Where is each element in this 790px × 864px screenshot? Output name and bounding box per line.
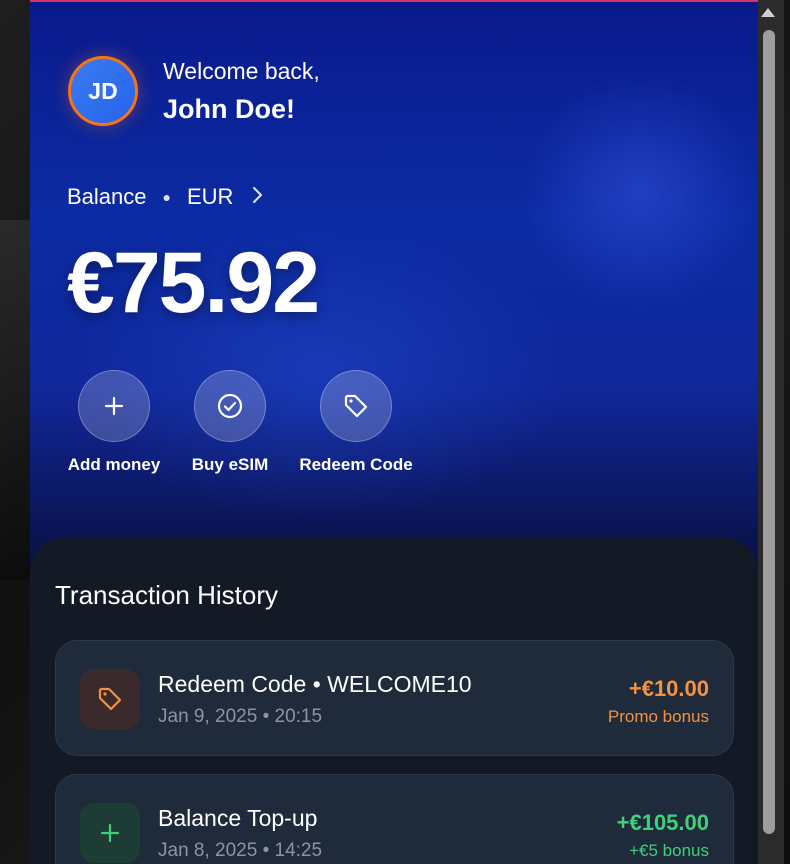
transaction-note: Promo bonus — [607, 707, 709, 726]
transaction-date: Jan 8, 2025 • 14:25 — [158, 840, 323, 861]
transaction-title: Redeem Code • WELCOME10 — [158, 671, 472, 697]
balance-amount: €75.92 — [67, 235, 320, 331]
transaction-title: Balance Top-up — [158, 805, 318, 831]
wallet-app: JD Welcome back, John Doe! Balance ● EUR… — [30, 0, 758, 864]
redeem-code-label: Redeem Code — [299, 455, 413, 474]
welcome-text: Welcome back, — [163, 58, 320, 84]
transaction-history-panel: Transaction History Redeem Code • WELCOM… — [30, 538, 758, 864]
add-money-label: Add money — [67, 455, 161, 474]
plus-icon — [78, 370, 150, 442]
chevron-right-icon — [251, 186, 263, 209]
buy-esim-label: Buy eSIM — [191, 455, 269, 474]
check-circle-icon — [194, 370, 266, 442]
tag-icon — [80, 669, 140, 729]
section-title: Transaction History — [55, 580, 278, 610]
user-name: John Doe! — [163, 94, 295, 124]
balance-currency-selector[interactable]: Balance ● EUR — [67, 184, 263, 210]
add-money-button[interactable]: Add money — [60, 370, 168, 475]
scrollbar-thumb[interactable] — [763, 30, 775, 834]
balance-label: Balance — [67, 184, 147, 209]
transaction-item[interactable]: Redeem Code • WELCOME10 Jan 9, 2025 • 20… — [55, 640, 734, 756]
tag-icon — [320, 370, 392, 442]
transaction-amount: +€10.00 — [628, 676, 709, 701]
buy-esim-button[interactable]: Buy eSIM — [176, 370, 284, 475]
separator-dot: ● — [162, 189, 171, 205]
transaction-item[interactable]: Balance Top-up Jan 8, 2025 • 14:25 +€105… — [55, 774, 734, 864]
avatar[interactable]: JD — [68, 56, 138, 126]
currency-label: EUR — [186, 184, 234, 209]
redeem-code-button[interactable]: Redeem Code — [291, 370, 421, 475]
scroll-up-arrow-icon[interactable] — [761, 8, 775, 17]
transaction-amount: +€105.00 — [616, 810, 709, 835]
transaction-note: +€5 bonus — [629, 841, 709, 860]
background-glow — [520, 72, 758, 312]
transaction-date: Jan 9, 2025 • 20:15 — [158, 706, 323, 727]
avatar-initials: JD — [88, 77, 118, 104]
quick-actions: Add money Buy eSIM Redeem Code — [60, 370, 421, 475]
plus-icon — [80, 803, 140, 863]
